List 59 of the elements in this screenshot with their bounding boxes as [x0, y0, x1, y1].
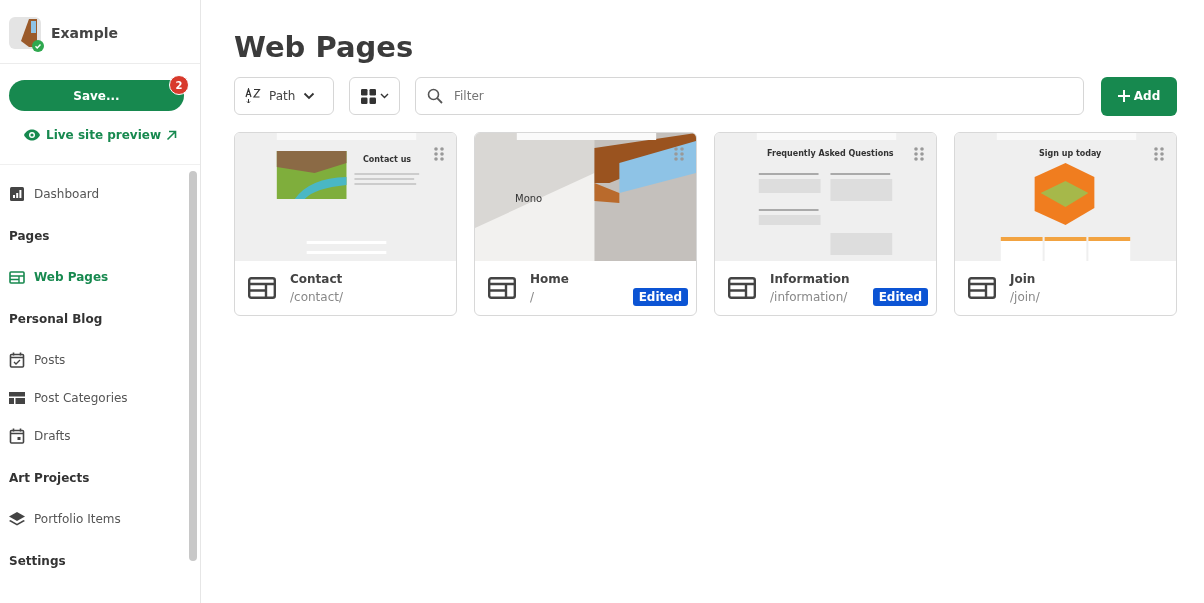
page-card[interactable]: Frequently Asked Questions Information /information/ Edited — [714, 132, 937, 316]
sidebar-item[interactable]: Drafts — [9, 417, 189, 455]
edited-badge: Edited — [872, 288, 928, 306]
edited-badge: Edited — [632, 288, 688, 306]
external-arrow-icon — [166, 129, 177, 141]
scrollbar[interactable] — [189, 171, 197, 561]
calendar-icon — [9, 428, 25, 444]
view-toggle[interactable] — [349, 77, 400, 115]
layout-icon — [968, 277, 996, 299]
page-name: Join — [1010, 272, 1037, 286]
grid-icon — [360, 88, 376, 104]
page-path: /contact/ — [290, 290, 343, 304]
table-layout-icon — [9, 392, 25, 404]
page-path: /information/ — [770, 290, 849, 304]
layers-icon — [9, 511, 25, 527]
sidebar-item[interactable]: Post Categories — [9, 379, 189, 417]
add-button[interactable]: Add — [1101, 76, 1177, 116]
layout-icon — [728, 277, 756, 299]
page-card[interactable]: Contact us Contact /contact/ — [234, 132, 457, 316]
sidebar-item[interactable]: Posts — [9, 341, 189, 379]
sidebar-item[interactable]: Dashboard — [9, 175, 189, 213]
chevron-down-icon — [303, 92, 316, 100]
drag-handle-icon[interactable] — [914, 147, 924, 161]
plus-icon — [1117, 90, 1130, 102]
notification-badge: 2 — [169, 75, 189, 95]
preview-heading: Frequently Asked Questions — [767, 149, 894, 158]
filter-field[interactable]: Filter — [415, 77, 1084, 115]
section-heading: Personal Blog — [9, 310, 104, 328]
sort-alpha-icon — [245, 88, 261, 104]
page-name: Contact — [290, 272, 343, 286]
page-name: Home — [530, 272, 569, 286]
page-card[interactable]: Mono Home / Edited — [474, 132, 697, 316]
preview-heading: Sign up today — [1039, 149, 1102, 158]
page-path: / — [530, 290, 536, 304]
chevron-down-icon — [379, 93, 389, 99]
drag-handle-icon[interactable] — [674, 147, 684, 161]
preview-heading: Mono — [515, 193, 543, 204]
page-card[interactable]: Sign up today Join /join/ — [954, 132, 1177, 316]
drag-handle-icon[interactable] — [434, 147, 444, 161]
layout-icon — [488, 277, 516, 299]
calendar-check-icon — [9, 352, 25, 368]
site-logo-icon — [9, 17, 41, 49]
chart-icon — [9, 187, 25, 201]
sidebar-item[interactable]: Web Pages — [9, 258, 189, 296]
page-title: Web Pages — [234, 30, 415, 64]
live-preview-link[interactable]: Live site preview — [23, 128, 177, 142]
section-heading: Settings — [9, 552, 67, 570]
layout-icon — [9, 270, 25, 284]
section-heading: Art Projects — [9, 469, 91, 487]
page-path: /join/ — [1010, 290, 1040, 304]
drag-handle-icon[interactable] — [1154, 147, 1164, 161]
eye-icon — [23, 129, 41, 141]
section-heading: Pages — [9, 227, 51, 245]
sort-dropdown[interactable]: Path — [234, 77, 334, 115]
sidebar-item[interactable]: Portfolio Items — [9, 500, 189, 538]
site-name: Example — [51, 25, 118, 41]
page-name: Information — [770, 272, 850, 286]
preview-heading: Contact us — [363, 155, 412, 164]
layout-icon — [248, 277, 276, 299]
